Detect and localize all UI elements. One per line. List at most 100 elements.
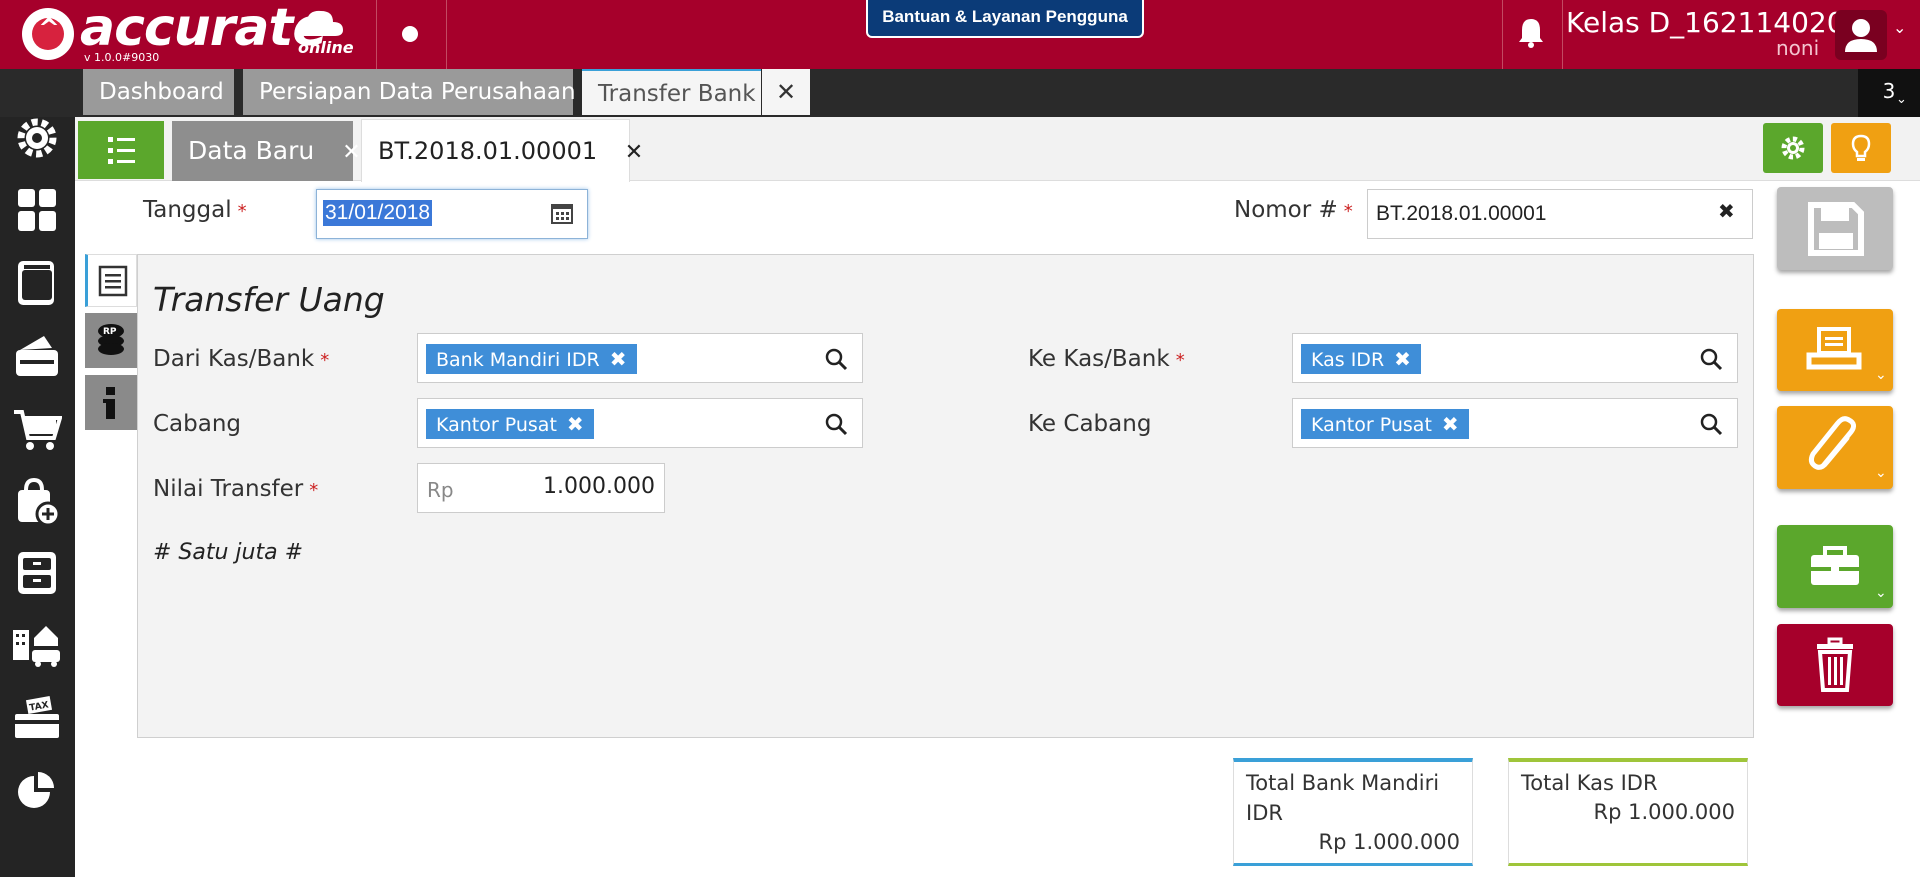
tab-transfer-bank[interactable]: Transfer Bank [582, 69, 761, 115]
cabang-label: Cabang [153, 411, 242, 437]
search-icon[interactable] [1698, 346, 1724, 372]
close-icon[interactable]: ✕ [625, 140, 643, 165]
tab-info[interactable] [85, 375, 137, 430]
attach-button[interactable]: ⌄ [1777, 406, 1893, 489]
list-view-button[interactable] [78, 121, 164, 179]
chip-remove-icon[interactable]: ✖ [610, 347, 627, 371]
required-mark: * [1343, 201, 1353, 222]
nilai-transfer-value[interactable]: 1.000.000 [540, 474, 655, 499]
inventory-icon[interactable] [12, 548, 62, 598]
nilai-label-text: Nilai Transfer [153, 476, 304, 502]
dari-label-text: Dari Kas/Bank [153, 346, 315, 372]
ke-label-text: Ke Kas/Bank [1028, 346, 1170, 372]
nilai-transfer-label: Nilai Transfer * [153, 476, 318, 502]
clear-icon[interactable]: ✖ [1718, 199, 1735, 223]
chip-remove-icon[interactable]: ✖ [1442, 412, 1459, 436]
print-button[interactable]: ⌄ [1777, 309, 1893, 391]
open-tabs-count[interactable]: 3 [1858, 69, 1920, 117]
user-subname: noni [1776, 36, 1820, 60]
tab-currency[interactable]: RP [85, 313, 137, 368]
total-bank-value: Rp 1.000.000 [1318, 830, 1460, 854]
close-icon[interactable]: ✕ [342, 140, 360, 165]
chip-label: Kantor Pusat [436, 414, 557, 436]
total-bank-box: Total Bank Mandiri IDR Rp 1.000.000 [1233, 758, 1473, 866]
help-button[interactable]: Bantuan & Layanan Pengguna [866, 0, 1144, 38]
svg-text:TAX: TAX [29, 700, 50, 713]
assets-icon[interactable] [12, 620, 62, 670]
chip-remove-icon[interactable]: ✖ [1394, 347, 1411, 371]
search-icon[interactable] [823, 411, 849, 437]
tab-data-baru-label: Data Baru [188, 136, 315, 165]
dari-kas-bank-chip[interactable]: Bank Mandiri IDR ✖ [426, 344, 637, 374]
tab-dashboard[interactable]: Dashboard [83, 69, 234, 115]
info-icon [103, 387, 115, 419]
amount-in-words: # Satu juta # [153, 540, 304, 565]
tab-detail[interactable] [85, 254, 137, 307]
settings-button[interactable] [1763, 123, 1823, 173]
status-dot-icon[interactable] [402, 26, 418, 42]
divider [1502, 0, 1503, 69]
cabang-chip[interactable]: Kantor Pusat ✖ [426, 409, 594, 439]
sales-cart-icon[interactable] [12, 404, 62, 454]
chevron-down-icon: ⌄ [1875, 367, 1887, 383]
save-button[interactable] [1777, 187, 1893, 270]
user-icon [1845, 19, 1877, 52]
logo-brand: accurate [80, 0, 328, 58]
avatar[interactable] [1835, 10, 1887, 60]
logo-sub: online [298, 38, 354, 57]
nomor-value[interactable]: BT.2018.01.00001 [1376, 202, 1546, 226]
divider [376, 0, 377, 69]
tanggal-value[interactable]: 31/01/2018 [323, 200, 433, 226]
ke-kas-bank-chip[interactable]: Kas IDR ✖ [1301, 344, 1421, 374]
search-icon[interactable] [1698, 411, 1724, 437]
currency-prefix: Rp [427, 478, 454, 502]
tab-bt-label: BT.2018.01.00001 [378, 137, 598, 165]
document-list-icon [98, 265, 128, 297]
nomor-label: Nomor # * [1234, 197, 1353, 223]
divider [1562, 0, 1563, 69]
tab-bt-document[interactable]: BT.2018.01.00001 ✕ [361, 119, 643, 182]
close-tab-icon[interactable]: ✕ [762, 69, 810, 115]
gear-icon [1781, 136, 1805, 160]
total-kas-value: Rp 1.000.000 [1593, 800, 1735, 824]
tax-icon[interactable]: TAX [12, 692, 62, 742]
chip-label: Bank Mandiri IDR [436, 349, 600, 371]
chip-label: Kas IDR [1311, 349, 1385, 371]
required-mark: * [1175, 350, 1185, 371]
required-mark: * [309, 480, 319, 501]
dari-kas-bank-label: Dari Kas/Bank * [153, 346, 329, 372]
panel-title: Transfer Uang [153, 280, 385, 319]
required-mark: * [320, 350, 330, 371]
tanggal-label-text: Tanggal [143, 197, 232, 223]
tanggal-label: Tanggal * [143, 197, 247, 223]
delete-button[interactable] [1777, 624, 1893, 706]
modules-icon[interactable] [12, 185, 62, 235]
search-icon[interactable] [823, 346, 849, 372]
chevron-down-icon: ⌄ [1875, 585, 1887, 601]
ke-kas-bank-label: Ke Kas/Bank * [1028, 346, 1185, 372]
chip-label: Kantor Pusat [1311, 414, 1432, 436]
ke-cabang-chip[interactable]: Kantor Pusat ✖ [1301, 409, 1469, 439]
report-pie-icon[interactable] [12, 766, 62, 816]
list-icon [108, 137, 135, 164]
tools-button[interactable]: ⌄ [1777, 525, 1893, 608]
tab-persiapan-data[interactable]: Persiapan Data Perusahaan [243, 69, 576, 115]
ke-cabang-label: Ke Cabang [1028, 411, 1152, 437]
ledger-icon[interactable] [12, 258, 62, 308]
coins-icon: RP [98, 324, 124, 355]
calendar-icon[interactable] [550, 201, 574, 225]
total-kas-box: Total Kas IDR Rp 1.000.000 [1508, 758, 1748, 866]
chevron-down-icon[interactable]: ⌄ [1896, 92, 1907, 107]
chevron-down-icon[interactable]: ⌄ [1893, 18, 1906, 37]
tab-data-baru[interactable]: Data Baru ✕ [172, 121, 361, 181]
user-name[interactable]: Kelas D_162114020 [1566, 6, 1845, 39]
tips-button[interactable] [1831, 123, 1891, 173]
divider [446, 0, 447, 69]
purchase-bag-icon[interactable] [12, 476, 62, 526]
cash-bank-icon[interactable] [12, 330, 62, 380]
cloud-icon [296, 10, 343, 36]
chip-remove-icon[interactable]: ✖ [567, 412, 584, 436]
settings-icon[interactable] [12, 113, 62, 163]
required-mark: * [237, 201, 247, 222]
bell-icon[interactable] [1516, 14, 1546, 50]
